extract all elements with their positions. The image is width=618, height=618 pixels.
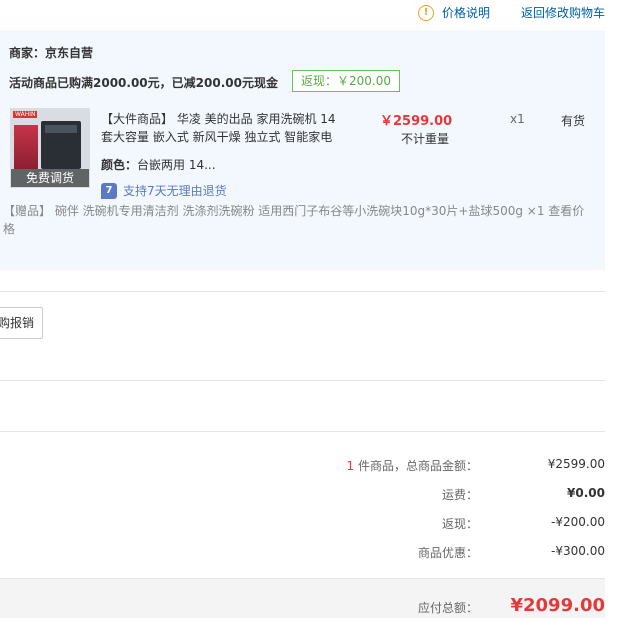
divider	[0, 380, 605, 381]
goods-total-label: 1 件商品，总商品金额：	[347, 457, 478, 474]
color-value: 台嵌两用 14...	[137, 158, 216, 172]
info-icon: !	[418, 4, 434, 21]
product-title-link[interactable]: 【大件商品】 华凌 美的出品 家用洗碗机 14套大容量 嵌入式 新风干燥 独立式…	[101, 110, 341, 146]
item-count: 1	[346, 459, 355, 473]
divider	[0, 431, 605, 432]
rebate-label: 返现：	[441, 517, 478, 531]
product-color: 颜色：台嵌两用 14...	[101, 156, 216, 173]
divider	[0, 291, 605, 292]
discount-label: 商品优惠：	[417, 546, 478, 560]
return-policy[interactable]: 7 支持7天无理由退货	[101, 182, 227, 199]
rebate-tag: 返现：￥200.00	[292, 70, 400, 92]
shipping-label: 运费：	[441, 488, 478, 502]
stock-status: 有货	[561, 114, 586, 128]
product-price: ￥2599.00	[380, 114, 453, 129]
order-panel: 商家：京东自营 活动商品已购满2000.00元，已减200.00元现金 返现：￥…	[0, 30, 605, 270]
summary-goods-row: 1 件商品，总商品金额： ¥2599.00	[0, 457, 605, 477]
discount-value: -¥300.00	[551, 544, 605, 558]
back-to-cart-link[interactable]: 返回修改购物车	[521, 4, 605, 21]
return-policy-icon: 7	[101, 182, 117, 199]
rebate-value: -¥200.00	[551, 515, 605, 529]
price-help-label: 价格说明	[442, 6, 491, 20]
product-quantity: x1	[510, 112, 525, 126]
reimbursement-button[interactable]: 购报销	[0, 307, 43, 339]
merchant-label: 商家：京东自营	[9, 46, 94, 60]
promo-text: 活动商品已购满2000.00元，已减200.00元现金	[9, 76, 278, 90]
top-bar: ! 价格说明 返回修改购物车	[0, 0, 618, 28]
summary-shipping-row: 运费： ¥0.00	[0, 486, 605, 506]
gift-item: 【赠品】 碗伴 洗碗机专用清洁剂 洗涤剂洗碗粉 适用西门子布谷等小洗碗块10g*…	[3, 204, 585, 236]
summary-rebate-row: 返现： -¥200.00	[0, 515, 605, 535]
goods-total-value: ¥2599.00	[547, 457, 605, 471]
total-label: 应付总额：	[417, 601, 478, 615]
color-label: 颜色：	[101, 158, 138, 172]
weight-note: 不计重量	[401, 132, 450, 146]
total-bar: 应付总额： ¥2099.00	[0, 578, 605, 618]
return-policy-label: 支持7天无理由退货	[123, 184, 227, 198]
product-thumbnail[interactable]: WAHIN 免费调货	[10, 108, 90, 188]
thumbnail-brand-logo: WAHIN	[13, 111, 38, 118]
dishwasher-image	[41, 121, 81, 169]
total-value: ¥2099.00	[510, 595, 605, 616]
free-transfer-label: 免费调货	[11, 169, 89, 187]
shipping-value: ¥0.00	[567, 486, 605, 500]
thumbnail-box-art	[14, 125, 38, 169]
goods-total-text: 件商品，总商品金额：	[357, 459, 478, 473]
summary-discount-row: 商品优惠： -¥300.00	[0, 544, 605, 564]
price-help-link[interactable]: ! 价格说明	[418, 4, 490, 21]
